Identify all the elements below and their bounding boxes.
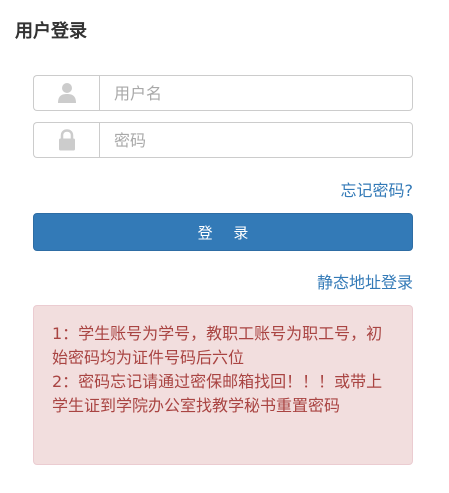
lock-icon — [58, 129, 75, 151]
forgot-password-link[interactable]: 忘记密码? — [341, 181, 414, 201]
notice-box: 1：学生账号为学号，教职工账号为职工号，初始密码均为证件号码后六位 2：密码忘记… — [33, 305, 413, 465]
password-input[interactable] — [99, 122, 413, 158]
notice-line-2: 2：密码忘记请通过密保邮箱找回！！！或带上学生证到学院办公室找教学秘书重置密码 — [52, 372, 383, 415]
user-icon — [57, 83, 76, 103]
login-button[interactable]: 登 录 — [33, 213, 413, 251]
password-group — [33, 122, 413, 158]
notice-line-1: 1：学生账号为学号，教职工账号为职工号，初始密码均为证件号码后六位 — [52, 324, 383, 367]
password-addon — [33, 122, 99, 158]
username-input[interactable] — [99, 75, 413, 111]
username-group — [33, 75, 413, 111]
login-page: 用户登录 忘记密码? 登 录 静态地址登录 1：学生账号为学号，教职工账号为职工… — [0, 0, 449, 493]
static-login-link[interactable]: 静态地址登录 — [317, 273, 413, 293]
username-addon — [33, 75, 99, 111]
page-title: 用户登录 — [15, 21, 87, 42]
